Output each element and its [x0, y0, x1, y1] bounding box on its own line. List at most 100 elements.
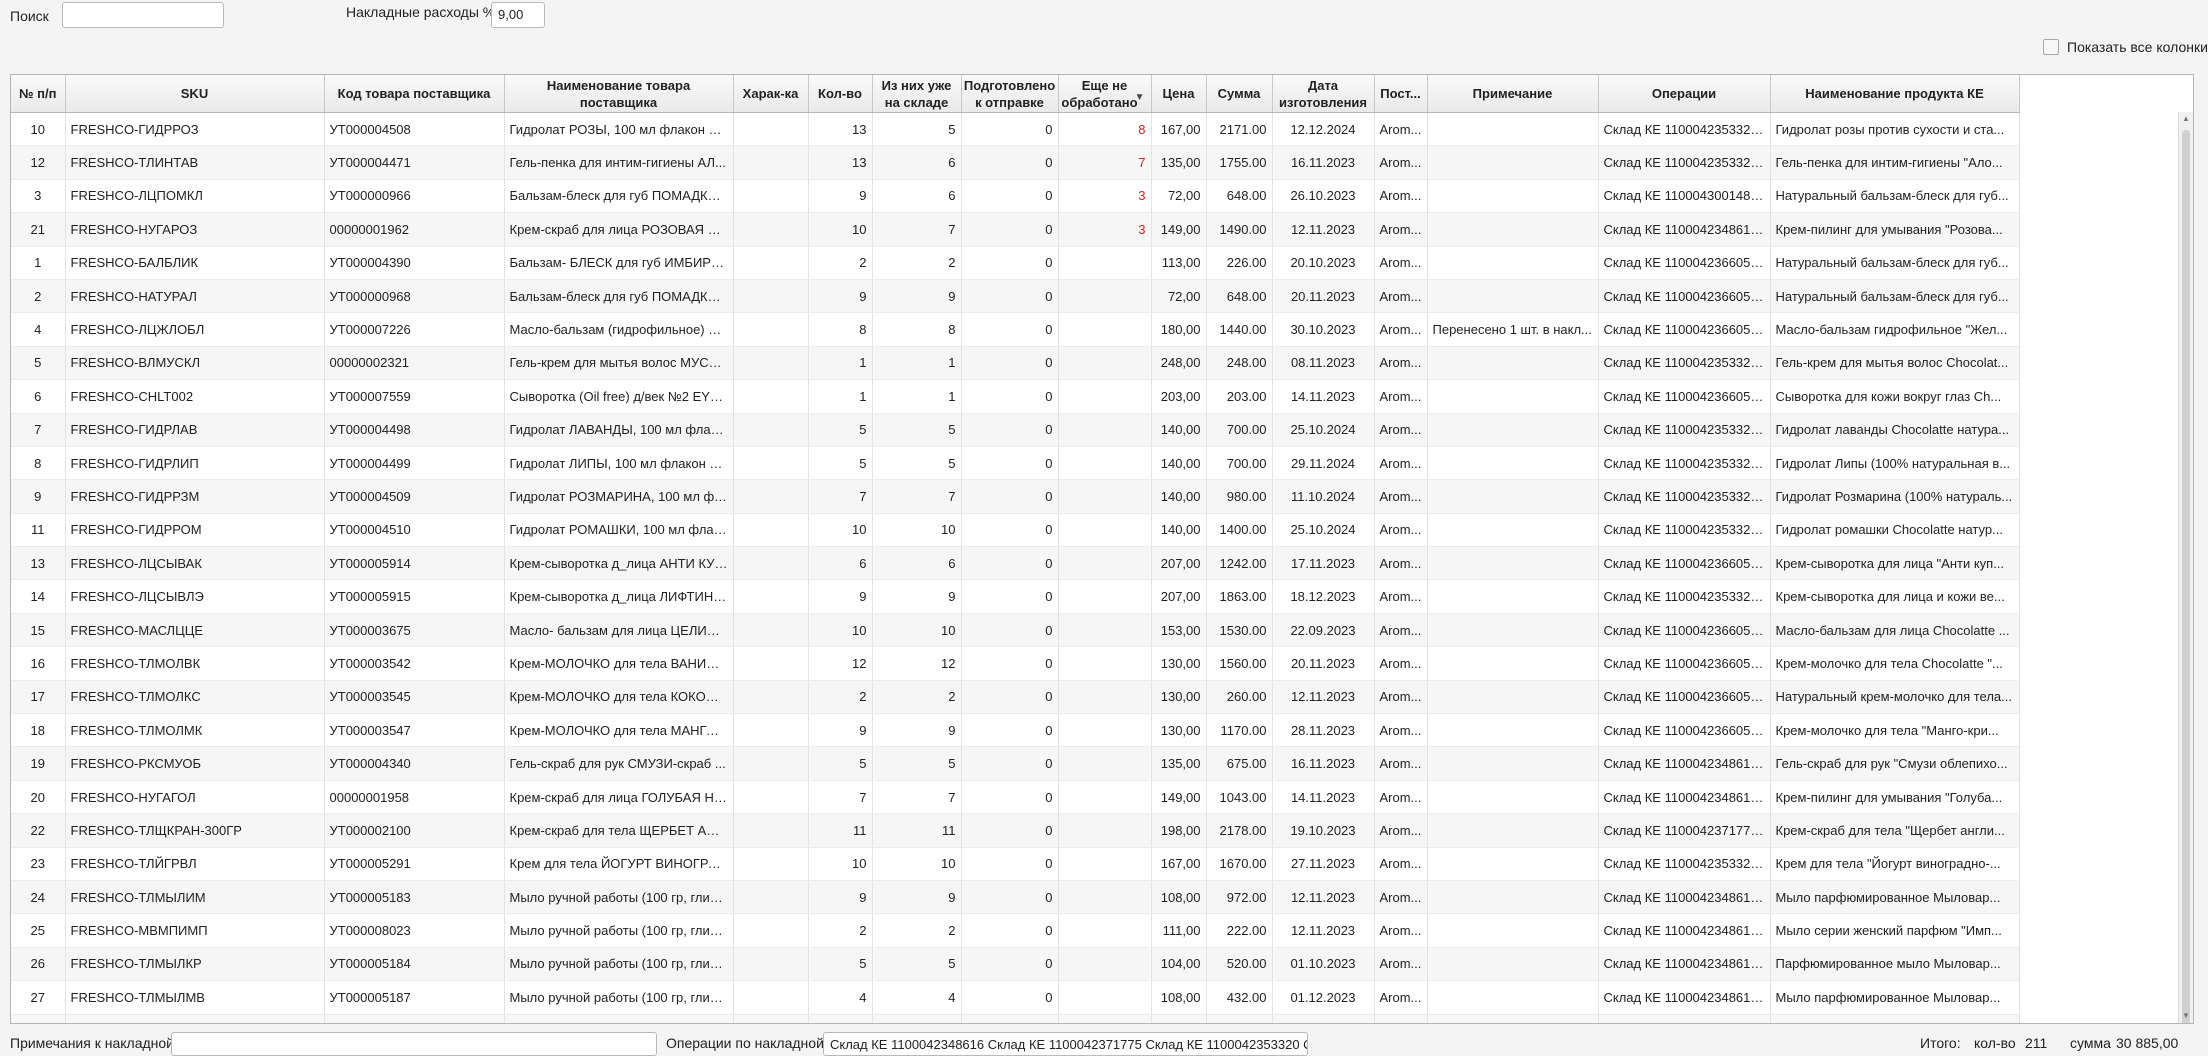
- cell-14[interactable]: Склад КЕ 1100042366054 (...: [1598, 379, 1771, 414]
- cell-15[interactable]: Гидролат розы против сухости и ста...: [1770, 112, 2020, 147]
- cell-15[interactable]: Мыло парфюмированное Мыловар...: [1770, 980, 2020, 1015]
- cell-12[interactable]: Arom...: [1374, 913, 1428, 948]
- cell-1[interactable]: FRESHCO-ВЛМУСКЛ: [65, 346, 325, 381]
- cell-12[interactable]: Arom...: [1374, 880, 1428, 915]
- cell-15[interactable]: Крем-пилинг для умывания "Голуба...: [1770, 780, 2020, 815]
- cell-15[interactable]: Натуральный крем-молочко для тела...: [1770, 680, 2020, 715]
- cell-9[interactable]: 140,00: [1151, 513, 1207, 548]
- cell-2[interactable]: УТ000005915: [324, 579, 505, 614]
- cell-10[interactable]: 450.00: [1206, 1014, 1273, 1023]
- cell-11[interactable]: 18.12.2023: [1272, 579, 1375, 614]
- cell-15[interactable]: Мыло парфюмированное Мыловар...: [1770, 880, 2020, 915]
- cell-9[interactable]: 108,00: [1151, 980, 1207, 1015]
- cell-2[interactable]: УТ000005291: [324, 847, 505, 881]
- cell-14[interactable]: Склад КЕ 1100042348616 (...: [1598, 1014, 1771, 1023]
- cell-7[interactable]: 0: [961, 145, 1059, 180]
- cell-8[interactable]: [1058, 746, 1152, 781]
- cell-13[interactable]: [1427, 947, 1599, 982]
- cell-5[interactable]: 9: [808, 179, 873, 214]
- table-row[interactable]: 13 FRESHCO-ЛЦСЫВАК УТ000005914 Крем-сыворот…: [11, 546, 2020, 581]
- cell-6[interactable]: 11: [872, 813, 962, 848]
- column-header-15[interactable]: Наименование продукта КЕ: [1770, 75, 2020, 113]
- column-header-13[interactable]: Примечание: [1427, 75, 1599, 113]
- cell-5[interactable]: 8: [808, 312, 873, 347]
- cell-14[interactable]: Склад КЕ 1100042348616 (...: [1598, 212, 1771, 247]
- cell-5[interactable]: 5: [808, 746, 873, 781]
- table-row[interactable]: 6 FRESHCO-CHLT002 УТ000007559 Сыворотка (Oi…: [11, 379, 2020, 414]
- cell-2[interactable]: УТ000004499: [324, 446, 505, 481]
- cell-2[interactable]: УТ000005184: [324, 947, 505, 982]
- cell-13[interactable]: [1427, 546, 1599, 581]
- cell-15[interactable]: Гель-пенка для интим-гигиены "Ало...: [1770, 145, 2020, 180]
- column-header-1[interactable]: SKU: [65, 75, 325, 113]
- cell-0[interactable]: 19: [11, 746, 66, 781]
- cell-10[interactable]: 1440.00: [1206, 312, 1273, 347]
- cell-10[interactable]: 648.00: [1206, 179, 1273, 214]
- cell-7[interactable]: 0: [961, 613, 1059, 648]
- cell-5[interactable]: 5: [808, 947, 873, 982]
- cell-13[interactable]: [1427, 780, 1599, 815]
- cell-8[interactable]: [1058, 246, 1152, 280]
- cell-2[interactable]: УТ000000966: [324, 179, 505, 214]
- cell-8[interactable]: [1058, 379, 1152, 414]
- cell-6[interactable]: 7: [872, 780, 962, 815]
- cell-7[interactable]: 0: [961, 880, 1059, 915]
- cell-0[interactable]: 10: [11, 112, 66, 147]
- cell-6[interactable]: 1: [872, 379, 962, 414]
- cell-8[interactable]: 3: [1058, 179, 1152, 214]
- cell-8[interactable]: [1058, 913, 1152, 948]
- cell-2[interactable]: УТ000000968: [324, 279, 505, 314]
- cell-6[interactable]: 5: [872, 413, 962, 447]
- cell-6[interactable]: 7: [872, 212, 962, 247]
- column-header-8[interactable]: Еще не обработано ▼: [1058, 75, 1152, 113]
- cell-6[interactable]: 5: [872, 746, 962, 781]
- cell-7[interactable]: 0: [961, 112, 1059, 147]
- cell-15[interactable]: Натуральный бальзам-блеск для губ...: [1770, 179, 2020, 214]
- cell-4[interactable]: [733, 346, 809, 381]
- cell-13[interactable]: [1427, 680, 1599, 715]
- cell-3[interactable]: Крем-сыворотка д_лица АНТИ КУП...: [504, 546, 734, 581]
- cell-1[interactable]: FRESHCO-НАТУРАЛ: [65, 279, 325, 314]
- cell-10[interactable]: 1170.00: [1206, 713, 1273, 748]
- cell-15[interactable]: Крем-молочко для тела Chocolatte "...: [1770, 646, 2020, 681]
- cell-6[interactable]: 2: [872, 913, 962, 948]
- cell-15[interactable]: Крем для тела "Йогурт виноградно-...: [1770, 847, 2020, 881]
- cell-2[interactable]: УТ000003545: [324, 680, 505, 715]
- cell-13[interactable]: [1427, 145, 1599, 180]
- table-row[interactable]: 21 FRESHCO-НУГАРОЗ 00000001962 Крем-скраб д…: [11, 212, 2020, 247]
- cell-6[interactable]: 1: [872, 346, 962, 381]
- cell-7[interactable]: 0: [961, 312, 1059, 347]
- cell-14[interactable]: Склад КЕ 1100042348616 (...: [1598, 947, 1771, 982]
- cell-6[interactable]: 5: [872, 1014, 962, 1023]
- cell-4[interactable]: [733, 813, 809, 848]
- cell-14[interactable]: Склад КЕ 1100042366054 (...: [1598, 279, 1771, 314]
- cell-5[interactable]: 10: [808, 613, 873, 648]
- cell-12[interactable]: Arom...: [1374, 212, 1428, 247]
- cell-11[interactable]: 14.11.2023: [1272, 780, 1375, 815]
- cell-3[interactable]: Мыло ручной работы (100 гр, глиц)...: [504, 980, 734, 1015]
- cell-15[interactable]: Натуральный бальзам-блеск для губ...: [1770, 279, 2020, 314]
- cell-12[interactable]: Arom...: [1374, 613, 1428, 648]
- cell-4[interactable]: [733, 479, 809, 514]
- cell-2[interactable]: УТ000004510: [324, 513, 505, 548]
- cell-13[interactable]: [1427, 513, 1599, 548]
- table-row[interactable]: 9 FRESHCO-ГИДРРЗМ УТ000004509 Гидролат РОЗМ…: [11, 479, 2020, 514]
- cell-13[interactable]: [1427, 613, 1599, 648]
- column-header-14[interactable]: Операции: [1598, 75, 1771, 113]
- cell-8[interactable]: [1058, 947, 1152, 982]
- cell-6[interactable]: 9: [872, 713, 962, 748]
- cell-6[interactable]: 9: [872, 579, 962, 614]
- cell-8[interactable]: [1058, 346, 1152, 381]
- cell-11[interactable]: 20.11.2023: [1272, 279, 1375, 314]
- cell-15[interactable]: Масло-бальзам для лица Chocolatte ...: [1770, 613, 2020, 648]
- cell-12[interactable]: Arom...: [1374, 179, 1428, 214]
- cell-1[interactable]: FRESHCO-ГИДРРОЗ: [65, 112, 325, 147]
- cell-3[interactable]: Крем-скраб для тела ЩЕРБЕТ АНГЛ...: [504, 813, 734, 848]
- cell-9[interactable]: 130,00: [1151, 646, 1207, 681]
- cell-14[interactable]: Склад КЕ 1100042348616 (...: [1598, 913, 1771, 948]
- cell-3[interactable]: Гидролат ЛАВАНДЫ, 100 мл флако...: [504, 413, 734, 447]
- cell-1[interactable]: FRESHCO-ТЛМЫЛКР: [65, 947, 325, 982]
- cell-14[interactable]: Склад КЕ 1100042353320 (...: [1598, 847, 1771, 881]
- cell-0[interactable]: 21: [11, 212, 66, 247]
- cell-2[interactable]: УТ000005187: [324, 980, 505, 1015]
